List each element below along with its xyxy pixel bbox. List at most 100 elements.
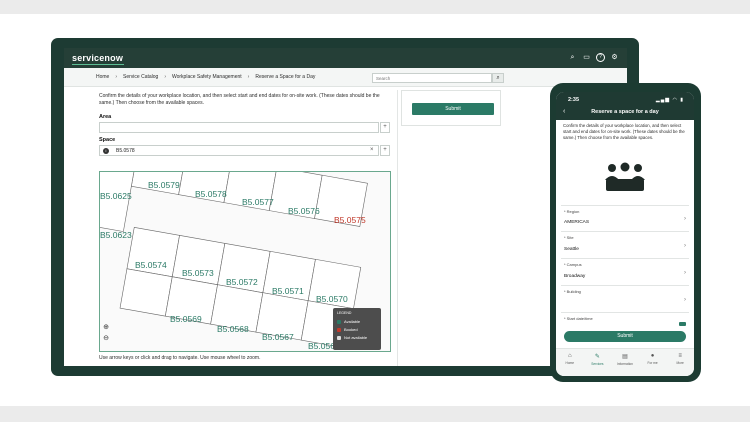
form-intro-text: Confirm the details of your workplace lo…	[99, 93, 380, 106]
legend-label: Booked	[344, 327, 358, 332]
chevron-right-icon[interactable]: ›	[684, 216, 686, 222]
area-add-button[interactable]: +	[380, 122, 390, 133]
home-icon: ⌂	[567, 353, 572, 359]
room-label[interactable]: B5.0568	[217, 324, 249, 334]
chat-icon[interactable]: ▭	[582, 53, 591, 62]
services-icon: ✎	[594, 354, 600, 360]
space-add-button[interactable]: +	[380, 145, 390, 156]
column-divider	[397, 90, 398, 366]
search-input[interactable]: Search	[372, 73, 492, 83]
submit-panel: Submit	[401, 90, 501, 126]
submit-button[interactable]: Submit	[412, 103, 494, 115]
space-field[interactable]: B5.0578	[99, 145, 379, 156]
servicenow-logo[interactable]: servicenow	[72, 53, 123, 63]
clear-icon[interactable]: ×	[370, 147, 374, 153]
nav-more[interactable]: ≡ More	[669, 353, 691, 376]
room-label[interactable]: B5.0576	[288, 206, 320, 216]
breadcrumb-workplace-safety[interactable]: Workplace Safety Management	[172, 74, 242, 80]
zoom-in-icon[interactable]: ⊕	[102, 324, 110, 332]
nav-home[interactable]: ⌂ Home	[559, 353, 581, 376]
chevron-right-icon[interactable]: ›	[684, 297, 686, 303]
room-label[interactable]: B5.0623	[100, 230, 132, 240]
user-icon: ●	[650, 353, 655, 359]
room-label[interactable]: B5.0625	[100, 191, 132, 201]
meeting-room-icon	[605, 162, 645, 191]
nav-label: Information	[617, 362, 633, 366]
legend-swatch	[337, 319, 341, 324]
legend-title: LEGEND	[337, 311, 352, 315]
status-indicators: ▂▄▆ ◠ ▮	[655, 97, 684, 103]
bottom-nav: ⌂ Home ✎ Services ▤ Information ● For me…	[556, 348, 694, 376]
map-help-text: Use arrow keys or click and drag to navi…	[99, 355, 261, 361]
gear-icon[interactable]: ⚙	[610, 53, 619, 62]
chevron-right-icon: ›	[247, 74, 250, 80]
phone-screen: 2:35 ▂▄▆ ◠ ▮ ‹ Reserve a space for a day…	[556, 92, 694, 376]
breadcrumb-service-catalog[interactable]: Service Catalog	[123, 74, 158, 80]
field-divider	[561, 205, 689, 206]
field-divider	[561, 285, 689, 286]
legend-label: Available	[344, 319, 361, 324]
area-field[interactable]	[99, 122, 379, 133]
field-divider	[561, 312, 689, 313]
nav-services[interactable]: ✎ Services	[586, 353, 608, 376]
chevron-right-icon[interactable]: ›	[684, 270, 686, 276]
app-header: servicenow ⌕ ▭ ? ⚙	[64, 48, 627, 68]
phone-header: 2:35 ▂▄▆ ◠ ▮ ‹ Reserve a space for a day	[556, 92, 694, 120]
room-shape[interactable]	[119, 268, 173, 317]
start-date-label: * Start date/time	[564, 316, 593, 321]
help-icon[interactable]: ?	[596, 53, 605, 62]
room-label[interactable]: B5.0571	[272, 286, 304, 296]
legend-label: Not available	[344, 335, 368, 340]
status-time: 2:35	[568, 97, 580, 103]
field-divider	[561, 231, 689, 232]
nav-for-me[interactable]: ● For me	[642, 353, 664, 376]
area-label: Area	[99, 114, 112, 120]
room-label[interactable]: B5.0570	[316, 294, 348, 304]
region-label: * Region	[564, 209, 580, 214]
site-label: * Site	[564, 235, 574, 240]
legend-swatch	[337, 327, 341, 332]
room-label[interactable]: B5.0575	[334, 215, 366, 225]
nav-information[interactable]: ▤ Information	[614, 353, 636, 376]
room-label[interactable]: B5.0577	[242, 197, 274, 207]
room-label[interactable]: B5.0578	[195, 189, 227, 199]
map-legend: LEGEND Available Booked Not available	[333, 308, 381, 350]
form-intro: Confirm the details of your workplace lo…	[99, 93, 389, 107]
breadcrumb: Home › Service Catalog › Workplace Safet…	[96, 74, 315, 80]
building-label: * Building	[564, 289, 581, 294]
room-label[interactable]: B5.0567	[262, 332, 294, 342]
phone-intro-text: Confirm the details of your workplace lo…	[563, 123, 685, 140]
nav-label: For me	[647, 361, 658, 365]
search-button[interactable]: ⌕	[492, 73, 504, 83]
chevron-right-icon[interactable]: ›	[684, 243, 686, 249]
field-divider	[561, 258, 689, 259]
chevron-right-icon: ›	[164, 74, 166, 80]
info-icon[interactable]: i	[103, 148, 109, 154]
site-value[interactable]: Seattle	[564, 247, 579, 252]
breadcrumb-home[interactable]: Home	[96, 74, 109, 80]
zoom-out-icon[interactable]: ⊖	[102, 335, 110, 343]
date-picker-icon[interactable]	[679, 322, 686, 326]
campus-value[interactable]: Broadway	[564, 274, 585, 279]
phone-submit-button[interactable]: Submit	[564, 331, 686, 342]
legend-item-available: Available	[337, 319, 377, 324]
chevron-right-icon: ›	[115, 74, 118, 80]
nav-label: More	[676, 361, 684, 365]
legend-item-booked: Booked	[337, 327, 377, 332]
nav-label: Home	[565, 361, 575, 365]
room-label[interactable]: B5.0572	[226, 277, 258, 287]
breadcrumb-reserve-space[interactable]: Reserve a Space for a Day	[255, 74, 315, 80]
room-label[interactable]: B5.0579	[148, 180, 180, 190]
document-icon: ▤	[622, 354, 628, 360]
search-icon[interactable]: ⌕	[568, 53, 577, 62]
legend-swatch	[337, 335, 341, 340]
campus-label: * Campus	[564, 262, 582, 267]
menu-icon: ≡	[678, 353, 682, 359]
floor-map[interactable]: B5.0579 B5.0578 B5.0577 B5.0576 B5.0575 B5.06…	[99, 171, 391, 352]
room-label[interactable]: B5.0573	[182, 268, 214, 278]
nav-label: Services	[591, 362, 604, 366]
room-label[interactable]: B5.0569	[170, 314, 202, 324]
room-label[interactable]: B5.0574	[135, 260, 167, 270]
header-icon-group: ⌕ ▭ ? ⚙	[568, 53, 619, 62]
region-value[interactable]: AMERICAS	[564, 220, 589, 225]
